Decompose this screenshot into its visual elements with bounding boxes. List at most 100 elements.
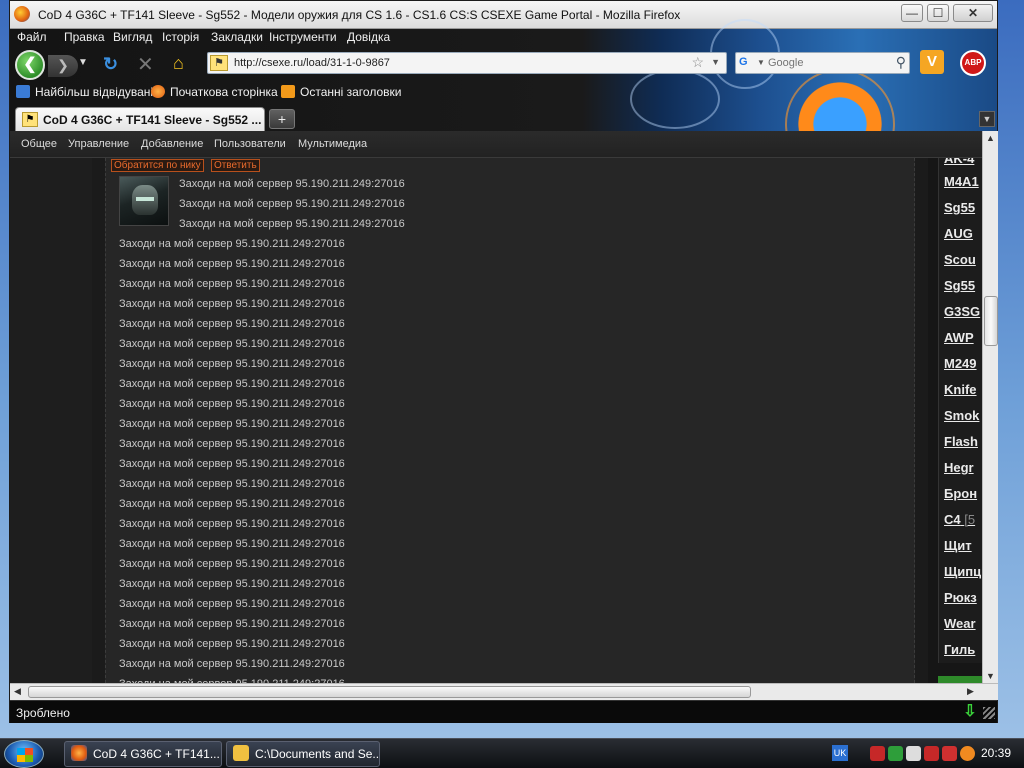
category-link[interactable]: Scou (944, 252, 976, 267)
tray-app-icon[interactable] (942, 746, 957, 761)
tray-app-icon[interactable] (924, 746, 939, 761)
taskbar-explorer-button[interactable]: C:\Documents and Se... (226, 741, 380, 767)
category-link[interactable]: G3SG (944, 304, 980, 319)
history-dropdown-icon[interactable]: ▼ (78, 57, 88, 68)
category-link[interactable]: AWP (944, 330, 974, 345)
home-icon[interactable]: ⌂ (173, 53, 184, 74)
category-link[interactable]: C4 [5 (944, 512, 975, 527)
tab-active[interactable]: ⚑ CoD 4 G36C + TF141 Sleeve - Sg552 ... (15, 107, 265, 131)
site-favicon-icon: ⚑ (22, 112, 38, 127)
category-link[interactable]: Sg55 (944, 278, 975, 293)
url-bar[interactable]: ⚑ http://csexe.ru/load/31-1-0-9867 ☆ ▼ (207, 52, 727, 74)
category-link[interactable]: Брон (944, 486, 977, 501)
engine-dropdown-icon[interactable]: ▼ (757, 58, 765, 67)
category-link[interactable]: M249 (944, 356, 977, 371)
addon-v-button[interactable]: V (920, 50, 944, 74)
site-favicon-icon: ⚑ (210, 55, 228, 71)
volume-icon[interactable] (906, 746, 921, 761)
comment-line: Заходи на мой сервер 95.190.211.249:2701… (119, 598, 345, 610)
comment-line: Заходи на мой сервер 95.190.211.249:2701… (119, 538, 345, 550)
menu-view[interactable]: Вигляд (108, 29, 157, 45)
tray-app-icon[interactable] (870, 746, 885, 761)
bookmarks-toolbar: Найбільш відвідувані Початкова сторінка … (10, 83, 610, 103)
mention-nick-button[interactable]: Обратится по нику (111, 159, 204, 172)
category-link[interactable]: Knife (944, 382, 977, 397)
comment-actions: Обратится по нику Ответить (111, 157, 264, 172)
site-nav-add[interactable]: Добавление (141, 138, 203, 150)
category-link[interactable]: Smok (944, 408, 979, 423)
clock[interactable]: 20:39 (981, 746, 1011, 760)
start-button[interactable] (4, 740, 44, 768)
tab-list-icon[interactable]: ▼ (979, 111, 995, 127)
back-button[interactable]: ❮ (15, 50, 45, 80)
tray-app-icon[interactable] (888, 746, 903, 761)
menu-tools[interactable]: Інструменти (264, 29, 342, 45)
vertical-scroll-thumb[interactable] (984, 296, 998, 346)
menu-help[interactable]: Довідка (342, 29, 395, 45)
bookmark-start-page[interactable]: Початкова сторінка (151, 85, 278, 99)
window-title: CoD 4 G36C + TF141 Sleeve - Sg552 - Моде… (38, 8, 681, 22)
adblock-plus-button[interactable]: ABP (960, 50, 986, 76)
comment-box: Обратится по нику Ответить Заходи на мой… (105, 158, 915, 683)
taskbar-firefox-button[interactable]: CoD 4 G36C + TF141... (64, 741, 222, 767)
resize-grip-icon[interactable] (983, 707, 995, 719)
horizontal-scroll-thumb[interactable] (28, 686, 751, 698)
minimize-button[interactable]: — (901, 4, 923, 22)
maximize-button[interactable]: ☐ (927, 4, 949, 22)
site-nav-users[interactable]: Пользователи (214, 138, 286, 150)
search-input[interactable] (768, 55, 886, 71)
firefox-window: CoD 4 G36C + TF141 Sleeve - Sg552 - Моде… (9, 0, 998, 723)
search-icon[interactable]: ⚲ (896, 54, 906, 71)
category-link[interactable]: Flash (944, 434, 978, 449)
user-avatar[interactable] (119, 176, 169, 226)
site-nav-multimedia[interactable]: Мультимедиа (298, 138, 367, 150)
bookmark-most-visited[interactable]: Найбільш відвідувані (16, 85, 153, 99)
comment-line: Заходи на мой сервер 95.190.211.249:2701… (119, 438, 345, 450)
category-link[interactable]: Рюкз (944, 590, 977, 605)
bookmark-star-icon[interactable]: ☆ (691, 54, 704, 71)
category-link[interactable]: Гиль (944, 642, 975, 657)
category-link[interactable]: Щипц (944, 564, 981, 579)
forward-button[interactable]: ❯ (48, 55, 78, 77)
language-indicator[interactable]: UK (832, 745, 848, 761)
site-nav-management[interactable]: Управление (68, 138, 129, 150)
google-engine-icon[interactable]: G (739, 56, 755, 70)
category-link[interactable]: Wear (944, 616, 976, 631)
search-box[interactable]: G ▼ ⚲ (735, 52, 910, 74)
scroll-up-icon[interactable]: ▲ (986, 133, 995, 143)
scroll-right-icon[interactable]: ▶ (967, 686, 974, 697)
vertical-scrollbar[interactable]: ▲ ▼ (982, 131, 998, 683)
category-link[interactable]: Sg55 (944, 200, 975, 215)
horizontal-scrollbar[interactable]: ◀ ▶ (10, 683, 998, 700)
menu-file[interactable]: Файл (12, 29, 52, 45)
green-panel-header (938, 676, 982, 683)
category-link[interactable]: Щит (944, 538, 972, 553)
menu-edit[interactable]: Правка (59, 29, 110, 45)
comment-line: Заходи на мой сервер 95.190.211.249:2701… (119, 518, 345, 530)
comment-line: Заходи на мой сервер 95.190.211.249:2701… (119, 358, 345, 370)
site-nav-general[interactable]: Общее (21, 138, 57, 150)
category-link[interactable]: Hegr (944, 460, 974, 475)
menu-bookmarks[interactable]: Закладки (206, 29, 268, 45)
reload-icon[interactable]: ↻ (103, 54, 118, 75)
category-link[interactable]: AK-4 (944, 158, 974, 166)
reply-button[interactable]: Ответить (210, 159, 260, 172)
scroll-down-icon[interactable]: ▼ (986, 671, 995, 681)
download-arrow-icon[interactable]: ⇩ (961, 703, 979, 721)
menu-history[interactable]: Історія (157, 29, 204, 45)
tray-app-icon[interactable] (960, 746, 975, 761)
category-link[interactable]: AUG (944, 226, 973, 241)
scroll-left-icon[interactable]: ◀ (14, 686, 21, 697)
url-dropdown-icon[interactable]: ▼ (711, 57, 720, 67)
comment-line: Заходи на мой сервер 95.190.211.249:2701… (119, 398, 345, 410)
comment-line: Заходи на мой сервер 95.190.211.249:2701… (119, 338, 345, 350)
new-tab-button[interactable]: + (269, 109, 295, 129)
category-link[interactable]: M4A1 (944, 174, 979, 189)
close-button[interactable]: ✕ (953, 4, 993, 22)
url-text[interactable]: http://csexe.ru/load/31-1-0-9867 (234, 57, 390, 69)
stop-icon[interactable]: ✕ (137, 52, 154, 77)
bookmark-folder-icon (16, 85, 30, 98)
comment-line: Заходи на мой сервер 95.190.211.249:2701… (119, 418, 345, 430)
bookmark-latest-headlines[interactable]: Останні заголовки (281, 85, 401, 99)
tab-title: CoD 4 G36C + TF141 Sleeve - Sg552 ... (43, 113, 262, 127)
